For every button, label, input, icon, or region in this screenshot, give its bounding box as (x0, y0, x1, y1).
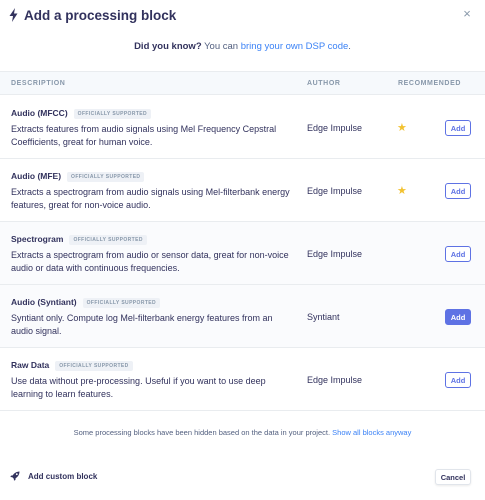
add-block-button[interactable]: Add (445, 309, 471, 325)
add-custom-block-button[interactable]: Add custom block (10, 471, 97, 481)
add-block-button[interactable]: Add (445, 372, 471, 388)
dialog-footer: Add custom block Cancel (0, 460, 485, 500)
add-block-button[interactable]: Add (445, 246, 471, 262)
block-description: Extracts features from audio signals usi… (11, 124, 277, 147)
table-row: Audio (MFE) OFFICIALLY SUPPORTED Extracts… (0, 159, 485, 222)
officially-supported-badge: OFFICIALLY SUPPORTED (67, 172, 145, 182)
tip-lead: Did you know? (134, 41, 202, 52)
block-name: Audio (Syntiant) OFFICIALLY SUPPORTED (11, 297, 161, 308)
block-name: Audio (MFE) OFFICIALLY SUPPORTED (11, 171, 145, 182)
table-header: DESCRIPTION AUTHOR RECOMMENDED (0, 71, 485, 95)
tip-end: . (348, 41, 351, 52)
did-you-know-tip: Did you know? You can bring your own DSP… (0, 41, 485, 52)
block-description: Syntiant only. Compute log Mel-filterban… (11, 313, 273, 336)
bolt-icon (9, 8, 18, 22)
block-name: Audio (MFCC) OFFICIALLY SUPPORTED (11, 108, 152, 119)
column-header-description: DESCRIPTION (11, 80, 66, 87)
block-description: Use data without pre-processing. Useful … (11, 376, 266, 399)
tip-text: You can (201, 41, 241, 52)
block-name-text: Raw Data (11, 360, 50, 370)
cancel-button[interactable]: Cancel (435, 469, 471, 485)
table-row: Audio (MFCC) OFFICIALLY SUPPORTED Extract… (0, 96, 485, 159)
block-name: Raw Data OFFICIALLY SUPPORTED (11, 360, 133, 371)
close-icon[interactable]: × (461, 7, 473, 20)
column-header-author: AUTHOR (307, 80, 341, 87)
block-author: Syntiant (307, 311, 340, 322)
block-name-text: Audio (MFE) (11, 171, 62, 181)
column-header-recommended: RECOMMENDED (398, 80, 461, 87)
officially-supported-badge: OFFICIALLY SUPPORTED (73, 109, 152, 119)
block-author: Edge Impulse (307, 374, 363, 385)
rocket-icon (10, 471, 20, 481)
officially-supported-badge: OFFICIALLY SUPPORTED (55, 361, 133, 371)
block-author: Edge Impulse (307, 122, 363, 133)
star-icon: ★ (397, 185, 407, 197)
block-description: Extracts a spectrogram from audio signal… (11, 187, 290, 210)
block-name-text: Audio (Syntiant) (11, 297, 77, 307)
table-row: Audio (Syntiant) OFFICIALLY SUPPORTED Syn… (0, 285, 485, 348)
officially-supported-badge: OFFICIALLY SUPPORTED (69, 235, 147, 245)
officially-supported-badge: OFFICIALLY SUPPORTED (82, 298, 161, 308)
dialog-title: Add a processing block (24, 8, 177, 23)
block-author: Edge Impulse (307, 248, 363, 259)
star-icon: ★ (397, 122, 407, 134)
block-name: Spectrogram OFFICIALLY SUPPORTED (11, 234, 147, 245)
dialog-header: Add a processing block × (0, 0, 485, 32)
add-processing-block-dialog: Add a processing block × Did you know? Y… (0, 0, 485, 500)
hidden-blocks-note: Some processing blocks have been hidden … (0, 428, 485, 437)
table-row: Raw Data OFFICIALLY SUPPORTED Use data wi… (0, 348, 485, 411)
table-row: Spectrogram OFFICIALLY SUPPORTED Extracts… (0, 222, 485, 285)
add-block-button[interactable]: Add (445, 183, 471, 199)
block-name-text: Spectrogram (11, 234, 64, 244)
bring-dsp-code-link[interactable]: bring your own DSP code (241, 41, 349, 52)
add-custom-block-label: Add custom block (28, 471, 98, 481)
hidden-blocks-text: Some processing blocks have been hidden … (73, 428, 333, 437)
block-name-text: Audio (MFCC) (11, 108, 68, 118)
add-block-button[interactable]: Add (445, 120, 471, 136)
block-description: Extracts a spectrogram from audio or sen… (11, 250, 289, 273)
show-all-blocks-link[interactable]: Show all blocks anyway (332, 428, 411, 437)
block-author: Edge Impulse (307, 185, 363, 196)
